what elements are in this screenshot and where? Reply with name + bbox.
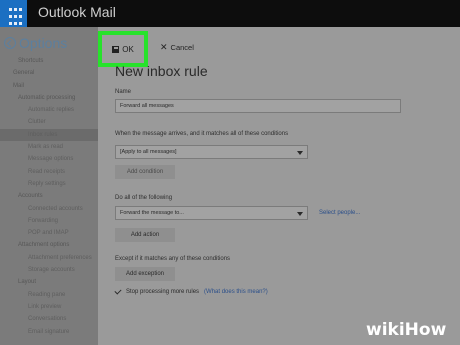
sidebar-item[interactable]: Forwarding [0,215,98,227]
sidebar-item[interactable]: Mark as read [0,141,98,153]
condition-select[interactable]: [Apply to all messages] [115,145,308,159]
checkmark-icon[interactable] [114,287,122,295]
select-people-link[interactable]: Select people... [319,210,360,216]
page-title: New inbox rule [115,63,208,79]
stop-processing-label[interactable]: Stop processing more rules [126,289,199,295]
sidebar-item[interactable]: Reading pane [0,289,98,301]
sidebar-item[interactable]: Clutter [0,116,98,128]
sidebar-item[interactable]: Layout [0,276,98,288]
sidebar-item[interactable]: Automatic replies [0,104,98,116]
exception-label: Except if it matches any of these condit… [115,256,231,262]
options-back-button[interactable]: Options [4,35,67,51]
sidebar-item[interactable]: Automatic processing [0,92,98,104]
options-sidebar: Options Shortcuts General Mail Automatic pr… [0,27,98,345]
sidebar-item[interactable]: POP and IMAP [0,227,98,239]
ok-label: OK [122,44,134,54]
sidebar-item[interactable]: Mail [0,80,98,92]
close-icon: ✕ [160,42,168,52]
inbox-rule-editor: OK ✕ Cancel New inbox rule Name Forward … [98,27,460,345]
action-label: Do all of the following [115,195,173,201]
sidebar-item[interactable]: Conversations [0,313,98,325]
sidebar-item[interactable]: Shortcuts [0,55,98,67]
cancel-button[interactable]: ✕ Cancel [160,42,194,53]
back-arrow-icon [4,37,16,49]
add-action-button[interactable]: Add action [115,228,175,242]
add-exception-button[interactable]: Add exception [115,267,175,281]
chevron-down-icon [297,151,303,155]
options-nav-list: Shortcuts General Mail Automatic processing… [0,55,98,338]
ok-button[interactable]: OK [98,31,148,67]
chevron-down-icon [297,212,303,216]
sidebar-item[interactable]: Message options [0,153,98,165]
wikihow-watermark: wikiHow [366,320,447,340]
options-heading: Options [19,35,68,51]
sidebar-item[interactable]: Email signature [0,326,98,338]
add-condition-button[interactable]: Add condition [115,165,175,179]
sidebar-item[interactable]: Link preview [0,301,98,313]
sidebar-item[interactable]: General [0,67,98,79]
action-select[interactable]: Forward the message to... [115,206,308,220]
app-title: Outlook Mail [38,4,116,20]
save-disk-icon [112,45,120,53]
cancel-label: Cancel [170,43,194,52]
name-label: Name [115,89,132,95]
sidebar-item[interactable]: Reply settings [0,178,98,190]
sidebar-item[interactable]: Storage accounts [0,264,98,276]
sidebar-item[interactable]: Read receipts [0,166,98,178]
condition-value: [Apply to all messages] [120,149,177,155]
sidebar-item[interactable]: Attachment preferences [0,252,98,264]
condition-label: When the message arrives, and it matches… [115,131,289,137]
sidebar-item[interactable]: Accounts [0,190,98,202]
action-value: Forward the message to... [120,210,184,216]
sidebar-item[interactable]: Attachment options [0,239,98,251]
sidebar-item[interactable]: Inbox rules [0,128,98,142]
app-launcher-grid-icon[interactable] [0,0,27,27]
rule-name-input[interactable]: Forward all messages [115,99,401,113]
what-does-this-mean-link[interactable]: (What does this mean?) [204,289,268,295]
sidebar-item[interactable]: Connected accounts [0,203,98,215]
top-bar: Outlook Mail [0,0,460,27]
stop-processing-row: Stop processing more rules (What does th… [114,287,268,295]
